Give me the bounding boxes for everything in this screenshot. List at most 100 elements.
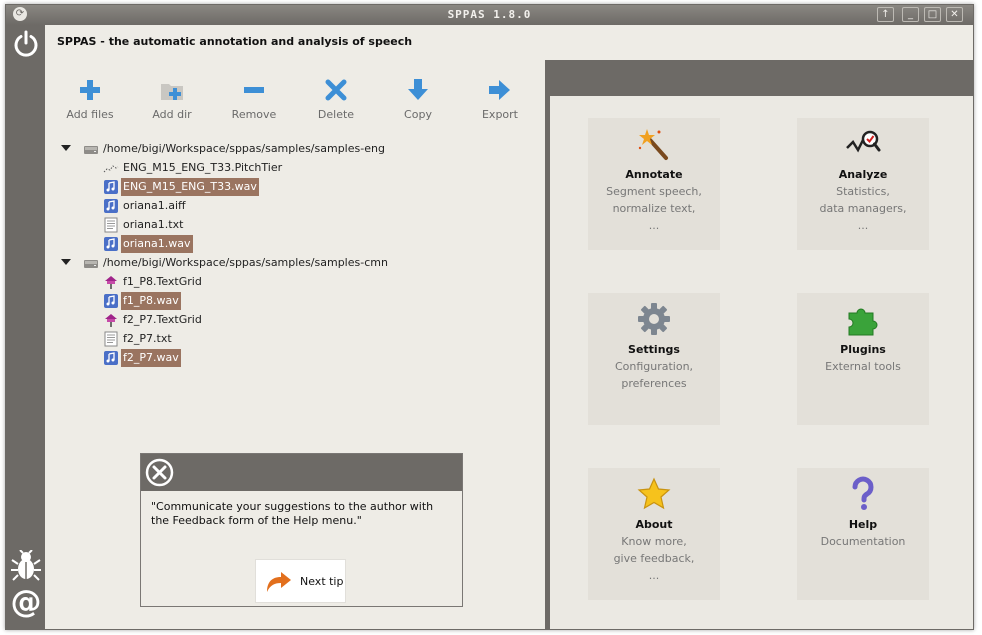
tip-message: "Communicate your suggestions to the aut… <box>151 500 434 527</box>
file-name: f1_P8.TextGrid <box>123 275 202 288</box>
file-name: oriana1.wav <box>121 235 193 253</box>
settings-title: Settings <box>628 343 680 356</box>
drive-icon <box>84 146 98 154</box>
audio-file-icon <box>104 180 118 194</box>
text-file-icon <box>104 217 118 233</box>
about-description: Know more, give feedback, ... <box>613 535 695 582</box>
remove-label: Remove <box>231 108 277 121</box>
arrow-right-icon <box>489 80 510 100</box>
analyze-description: Statistics, data managers, ... <box>819 185 907 232</box>
close-window-button[interactable]: ✕ <box>946 7 963 22</box>
tip-header <box>141 454 462 491</box>
tree-file-row[interactable]: oriana1.txt <box>61 216 531 234</box>
textgrid-icon <box>105 314 117 327</box>
pitchtier-icon <box>103 165 119 173</box>
drive-icon <box>84 260 98 268</box>
next-tip-button[interactable]: Next tip <box>255 559 346 603</box>
add-files-button[interactable]: Add files <box>55 73 125 125</box>
plus-icon <box>80 80 100 100</box>
audio-file-icon <box>104 199 118 213</box>
about-title: About <box>635 518 673 531</box>
actions-panel: Annotate Segment speech, normalize text,… <box>550 96 973 629</box>
next-tip-label: Next tip <box>300 575 344 588</box>
export-label: Export <box>481 108 518 121</box>
delete-button[interactable]: Delete <box>301 73 371 125</box>
question-mark-icon <box>852 476 874 510</box>
plugins-title: Plugins <box>840 343 886 356</box>
add-dir-button[interactable]: Add dir <box>137 73 207 125</box>
file-name: oriana1.txt <box>123 218 184 231</box>
annotate-card[interactable]: Annotate Segment speech, normalize text,… <box>588 118 720 250</box>
expand-arrow-icon[interactable] <box>61 143 71 153</box>
annotate-title: Annotate <box>625 168 683 181</box>
app-window: ⟳ SPPAS 1.8.0 ↑ _ □ ✕ @ SPPAS - the auto… <box>5 4 974 630</box>
minus-icon <box>244 87 264 93</box>
arrow-down-icon <box>408 79 428 100</box>
magic-wand-icon <box>638 129 668 160</box>
annotate-description: Segment speech, normalize text, ... <box>606 185 702 232</box>
plugins-description: External tools <box>825 360 901 373</box>
settings-description: Configuration, preferences <box>614 360 694 390</box>
tree-folder-row[interactable]: /home/bigi/Workspace/sppas/samples/sampl… <box>61 254 531 272</box>
tree-file-row[interactable]: f1_P8.wav <box>61 292 531 310</box>
folder-path: /home/bigi/Workspace/sppas/samples/sampl… <box>103 256 388 269</box>
left-sidebar: @ <box>6 25 45 629</box>
expand-arrow-icon[interactable] <box>61 257 71 267</box>
file-name: f2_P7.TextGrid <box>123 313 202 326</box>
copy-label: Copy <box>404 108 432 121</box>
keep-above-button[interactable]: ↑ <box>877 7 894 22</box>
curved-arrow-icon <box>267 572 291 592</box>
file-name: oriana1.aiff <box>123 199 186 212</box>
plugins-card[interactable]: Plugins External tools <box>797 293 929 425</box>
tree-file-row[interactable]: f1_P8.TextGrid <box>61 273 531 291</box>
copy-button[interactable]: Copy <box>383 73 453 125</box>
analyze-card[interactable]: Analyze Statistics, data managers, ... <box>797 118 929 250</box>
app-header: SPPAS - the automatic annotation and ana… <box>45 25 973 60</box>
contact-icon[interactable]: @ <box>10 585 42 619</box>
file-name: f2_P7.wav <box>121 349 181 367</box>
minimize-button[interactable]: _ <box>902 7 919 22</box>
analyze-graph-icon <box>846 130 881 153</box>
text-file-icon <box>104 331 118 347</box>
power-icon[interactable] <box>12 30 40 58</box>
folder-path: /home/bigi/Workspace/sppas/samples/sampl… <box>103 142 385 155</box>
tip-of-the-day-panel: "Communicate your suggestions to the aut… <box>140 453 463 607</box>
analyze-title: Analyze <box>838 168 888 181</box>
help-description: Documentation <box>820 535 906 548</box>
about-card[interactable]: About Know more, give feedback, ... <box>588 468 720 600</box>
maximize-button[interactable]: □ <box>924 7 941 22</box>
tree-file-row[interactable]: oriana1.aiff <box>61 197 531 215</box>
settings-card[interactable]: Settings Configuration, preferences <box>588 293 720 425</box>
tree-file-row[interactable]: ENG_M15_ENG_T33.PitchTier <box>61 159 531 177</box>
textgrid-icon <box>105 276 117 289</box>
audio-file-icon <box>104 237 118 251</box>
add-files-label: Add files <box>66 108 114 121</box>
app-title: SPPAS - the automatic annotation and ana… <box>57 35 413 48</box>
close-icon[interactable] <box>145 458 174 487</box>
tree-folder-row[interactable]: /home/bigi/Workspace/sppas/samples/sampl… <box>61 140 531 158</box>
tree-file-row[interactable]: f2_P7.TextGrid <box>61 311 531 329</box>
audio-file-icon <box>104 294 118 308</box>
title-bar[interactable]: ⟳ SPPAS 1.8.0 ↑ _ □ ✕ <box>6 5 973 25</box>
file-toolbar: Add files Add dir Remove Delete Copy Exp… <box>45 73 545 125</box>
tree-file-row[interactable]: oriana1.wav <box>61 235 531 253</box>
star-icon <box>637 477 671 510</box>
add-folder-icon <box>161 84 183 100</box>
bug-report-icon[interactable] <box>11 550 41 582</box>
puzzle-piece-icon <box>848 308 878 336</box>
window-title: SPPAS 1.8.0 <box>447 8 532 21</box>
file-name: ENG_M15_ENG_T33.wav <box>121 178 259 196</box>
file-name: f1_P8.wav <box>121 292 181 310</box>
tree-file-row[interactable]: f2_P7.wav <box>61 349 531 367</box>
file-name: f2_P7.txt <box>123 332 172 345</box>
file-name: ENG_M15_ENG_T33.PitchTier <box>123 161 283 174</box>
help-card[interactable]: Help Documentation <box>797 468 929 600</box>
tree-file-row[interactable]: ENG_M15_ENG_T33.wav <box>61 178 531 196</box>
gear-icon <box>638 303 670 335</box>
right-panel-header <box>550 60 973 96</box>
audio-file-icon <box>104 351 118 365</box>
tree-file-row[interactable]: f2_P7.txt <box>61 330 531 348</box>
export-button[interactable]: Export <box>465 73 535 125</box>
remove-button[interactable]: Remove <box>219 73 289 125</box>
delete-icon <box>325 79 347 101</box>
